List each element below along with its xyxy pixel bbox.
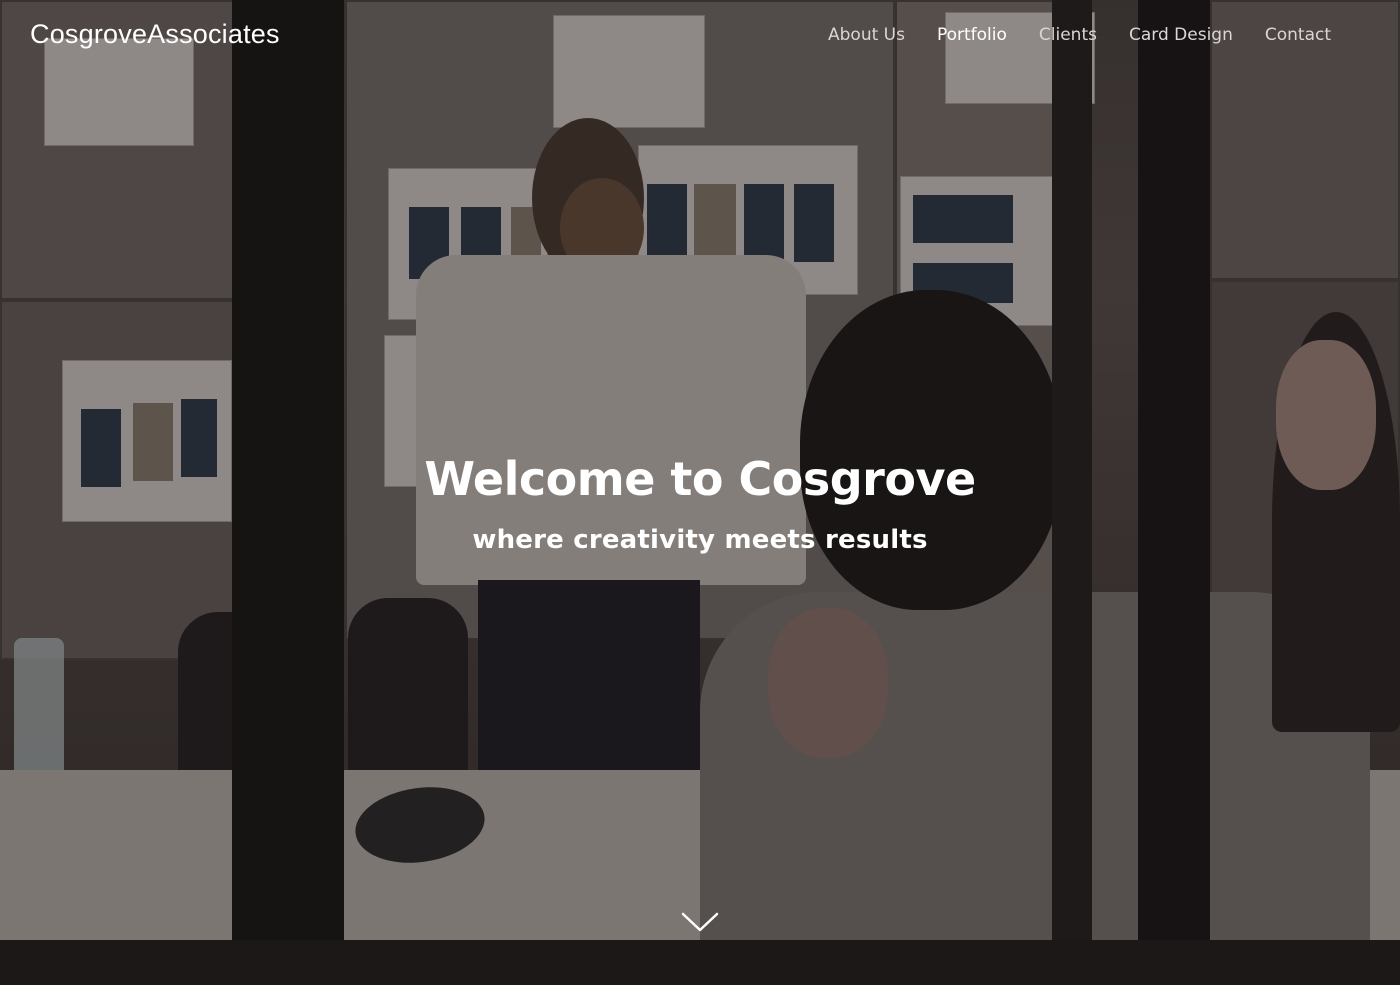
nav-item-contact[interactable]: Contact [1265, 25, 1331, 45]
chevron-down-icon[interactable] [680, 906, 720, 936]
site-logo[interactable]: CosgroveAssociates [30, 19, 280, 50]
nav-item-clients[interactable]: Clients [1039, 25, 1097, 45]
main-nav: About Us Portfolio Clients Card Design C… [828, 25, 1331, 45]
nav-item-card-design[interactable]: Card Design [1129, 25, 1233, 45]
nav-item-about-us[interactable]: About Us [828, 25, 905, 45]
hero-section: CosgroveAssociates About Us Portfolio Cl… [0, 0, 1400, 985]
nav-item-portfolio[interactable]: Portfolio [937, 25, 1007, 45]
hero-subtitle: where creativity meets results [472, 525, 928, 555]
hero-title: Welcome to Cosgrove [424, 452, 976, 506]
